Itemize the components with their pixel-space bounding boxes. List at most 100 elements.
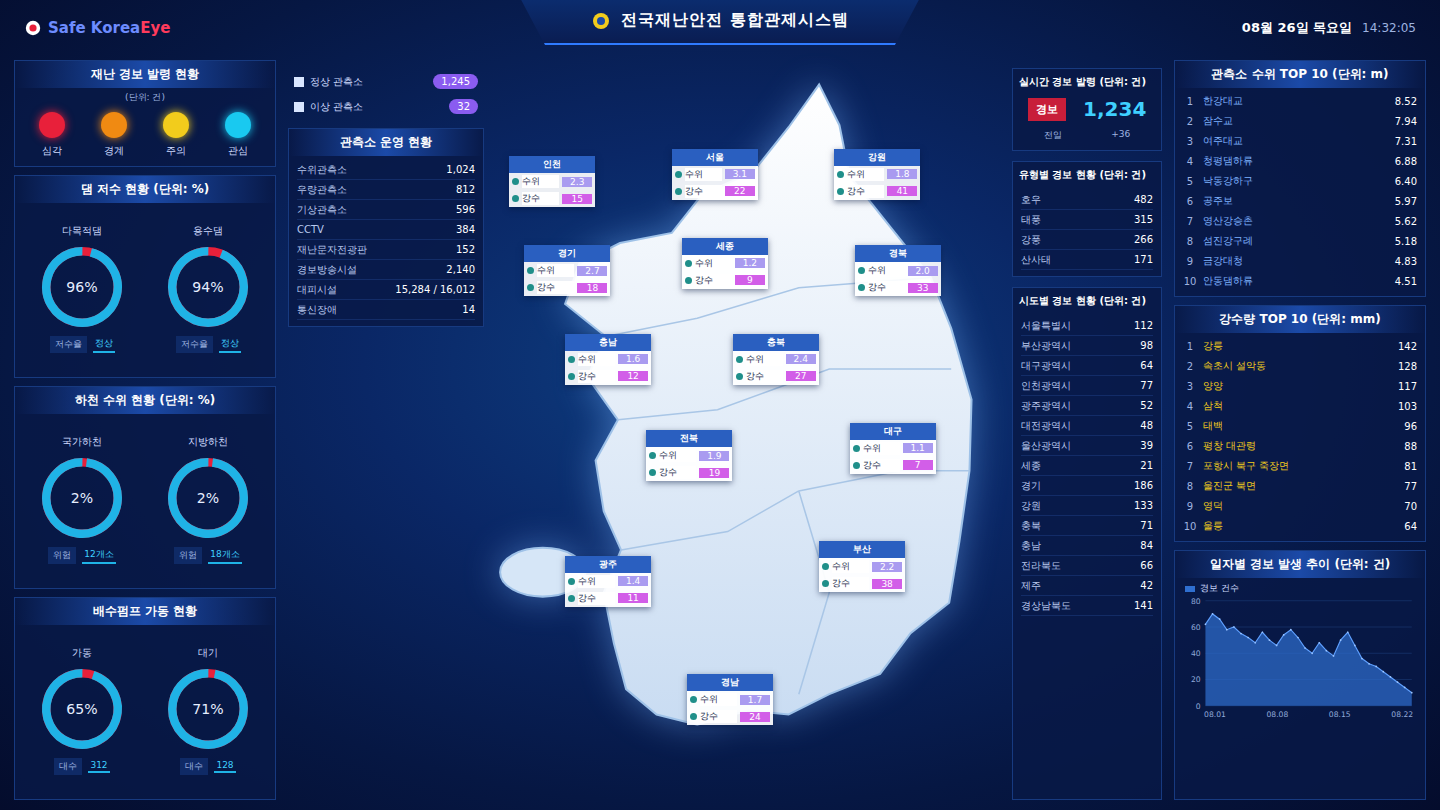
y-tick: 20	[1191, 675, 1201, 684]
rank-row[interactable]: 9 영덕 70	[1183, 496, 1417, 516]
level-label: 경계	[104, 144, 124, 158]
gauge-value: 정상	[93, 336, 115, 353]
rank-row[interactable]: 2 잠수교 7.94	[1183, 111, 1417, 131]
region-card[interactable]: 광주 수위 1.4 강수 11	[565, 556, 651, 607]
region-card[interactable]: 대구 수위 1.1 강수 7	[850, 423, 936, 474]
rank-row[interactable]: 1 한강대교 8.52	[1183, 91, 1417, 111]
live-alert-box: 실시간 경보 발령 (단위: 건) 경보 1,234 전일 +36	[1012, 68, 1162, 151]
rank-value: 142	[1398, 341, 1417, 352]
row-value: 1,024	[446, 164, 475, 175]
region-row: 강수 12	[565, 368, 651, 385]
row-label: 제주	[1021, 579, 1041, 593]
table-row: 경상남북도 141	[1021, 596, 1153, 616]
date: 08월 26일 목요일	[1242, 19, 1352, 37]
region-card[interactable]: 경남 수위 1.7 강수 24	[687, 674, 773, 725]
chart-point	[1254, 642, 1256, 644]
gauges: 국가하천 2% 위험 12개소지방하천 2% 위험 18개소	[15, 414, 275, 588]
rank-row[interactable]: 3 여주대교 7.31	[1183, 131, 1417, 151]
rank-value: 88	[1404, 441, 1417, 452]
region-name: 광주	[565, 556, 651, 573]
region-card[interactable]: 전북 수위 1.9 강수 19	[646, 430, 732, 481]
live-sub: 전일 +36	[1013, 125, 1161, 150]
x-label: 08.01	[1204, 710, 1226, 719]
rank-row[interactable]: 10 울릉 64	[1183, 516, 1417, 536]
center-left: 정상 관측소 1,245 이상 관측소 32 관측소 운영 현황 수위관측소 1…	[288, 60, 484, 800]
rank-row[interactable]: 9 금강대청 4.83	[1183, 251, 1417, 271]
rank: 2	[1183, 116, 1197, 127]
rank-row[interactable]: 10 안동댐하류 4.51	[1183, 271, 1417, 291]
gauge-ring: 2%	[161, 451, 255, 545]
region-row-value: 1.2	[735, 258, 765, 268]
table-row: 대전광역시 48	[1021, 416, 1153, 436]
row-value: 315	[1134, 214, 1153, 225]
region-row-value: 1.6	[618, 354, 648, 364]
rank-row[interactable]: 4 삼척 103	[1183, 396, 1417, 416]
region-row: 수위 1.6	[565, 351, 651, 368]
rank-row[interactable]: 1 강릉 142	[1183, 336, 1417, 356]
region-row-value: 22	[725, 186, 755, 196]
gauge-footer: 위험 18개소	[174, 547, 241, 564]
chart-point	[1318, 642, 1320, 644]
rank-row[interactable]: 7 포항시 북구 죽장면 81	[1183, 456, 1417, 476]
panel-title: 강수량 TOP 10 (단위: mm)	[1175, 306, 1425, 333]
main: 재난 경보 발령 현황 (단위: 건) 심각 경계 주의 관심 댐 저수 현황 …	[0, 56, 1440, 810]
status-dot-icon	[736, 373, 743, 380]
type-panel: 유형별 경보 현황 (단위: 건) 호우 482태풍 315강풍 266산사태 …	[1012, 161, 1162, 277]
table-row: 인천광역시 77	[1021, 376, 1153, 396]
rank-value: 7.31	[1395, 136, 1417, 147]
status-dot-icon	[649, 469, 656, 476]
chart-point	[1311, 652, 1313, 654]
rank-row[interactable]: 8 섬진강구례 5.18	[1183, 231, 1417, 251]
region-name: 서울	[672, 149, 758, 166]
table-row: 경보방송시설 2,140	[297, 260, 475, 280]
rank-value: 5.97	[1395, 196, 1417, 207]
rank-row[interactable]: 6 평창 대관령 88	[1183, 436, 1417, 456]
table-row: 충북 71	[1021, 516, 1153, 536]
region-card[interactable]: 인천 수위 2.3 강수 15	[509, 156, 595, 207]
rank-row[interactable]: 6 공주보 5.97	[1183, 191, 1417, 211]
gauge-footer: 위험 12개소	[48, 547, 115, 564]
logo: Safe Korea Eye	[24, 19, 521, 37]
legend-label: 정상 관측소	[310, 75, 427, 89]
row-value: 384	[456, 224, 475, 235]
rank: 5	[1183, 176, 1197, 187]
gauge-value: 정상	[219, 336, 241, 353]
chart-point	[1390, 676, 1392, 678]
region-name: 강원	[834, 149, 920, 166]
rank-row[interactable]: 4 청평댐하류 6.88	[1183, 151, 1417, 171]
rank-row[interactable]: 7 영산강승촌 5.62	[1183, 211, 1417, 231]
chart-point	[1205, 624, 1207, 626]
rank-row[interactable]: 5 태백 96	[1183, 416, 1417, 436]
region-card[interactable]: 세종 수위 1.2 강수 9	[682, 238, 768, 289]
gauge-reading: 65%	[66, 700, 97, 716]
chart-panel: 일자별 경보 발생 추이 (단위: 건) 경보 건수 02040608008.0…	[1174, 550, 1426, 800]
region-card[interactable]: 충남 수위 1.6 강수 12	[565, 334, 651, 385]
station-table: 수위관측소 1,024우량관측소 812기상관측소 596CCTV 384재난문…	[289, 156, 483, 326]
rank: 1	[1183, 341, 1197, 352]
row-value: 64	[1140, 360, 1153, 371]
region-row-label: 수위	[832, 560, 869, 573]
region-card[interactable]: 경북 수위 2.0 강수 33	[855, 245, 941, 296]
gauges: 다목적댐 96% 저수율 정상용수댐 94% 저수율 정상	[15, 203, 275, 377]
region-card[interactable]: 서울 수위 3.1 강수 22	[672, 149, 758, 200]
region-card[interactable]: 충북 수위 2.4 강수 27	[733, 334, 819, 385]
region-row-value: 19	[699, 468, 729, 478]
level-dot-icon	[225, 112, 251, 138]
alert-badge: 경보	[1028, 98, 1066, 121]
region-card[interactable]: 강원 수위 1.8 강수 41	[834, 149, 920, 200]
region-card[interactable]: 부산 수위 2.2 강수 38	[819, 541, 905, 592]
rank-row[interactable]: 8 울진군 북면 77	[1183, 476, 1417, 496]
region-card[interactable]: 경기 수위 2.7 강수 18	[524, 245, 610, 296]
row-label: 대피시설	[297, 283, 337, 297]
region-row: 수위 1.2	[682, 255, 768, 272]
gauge-label: 지방하천	[188, 435, 228, 449]
rank-row[interactable]: 3 양양 117	[1183, 376, 1417, 396]
table-row: 대피시설 15,284 / 16,012	[297, 280, 475, 300]
rank-row[interactable]: 5 낙동강하구 6.40	[1183, 171, 1417, 191]
row-value: 596	[456, 204, 475, 215]
chart-point	[1368, 663, 1370, 665]
rank-row[interactable]: 2 속초시 설악동 128	[1183, 356, 1417, 376]
region-row-label: 강수	[863, 459, 900, 472]
row-label: 기상관측소	[297, 203, 347, 217]
panel-title: 유형별 경보 현황 (단위: 건)	[1013, 162, 1161, 186]
